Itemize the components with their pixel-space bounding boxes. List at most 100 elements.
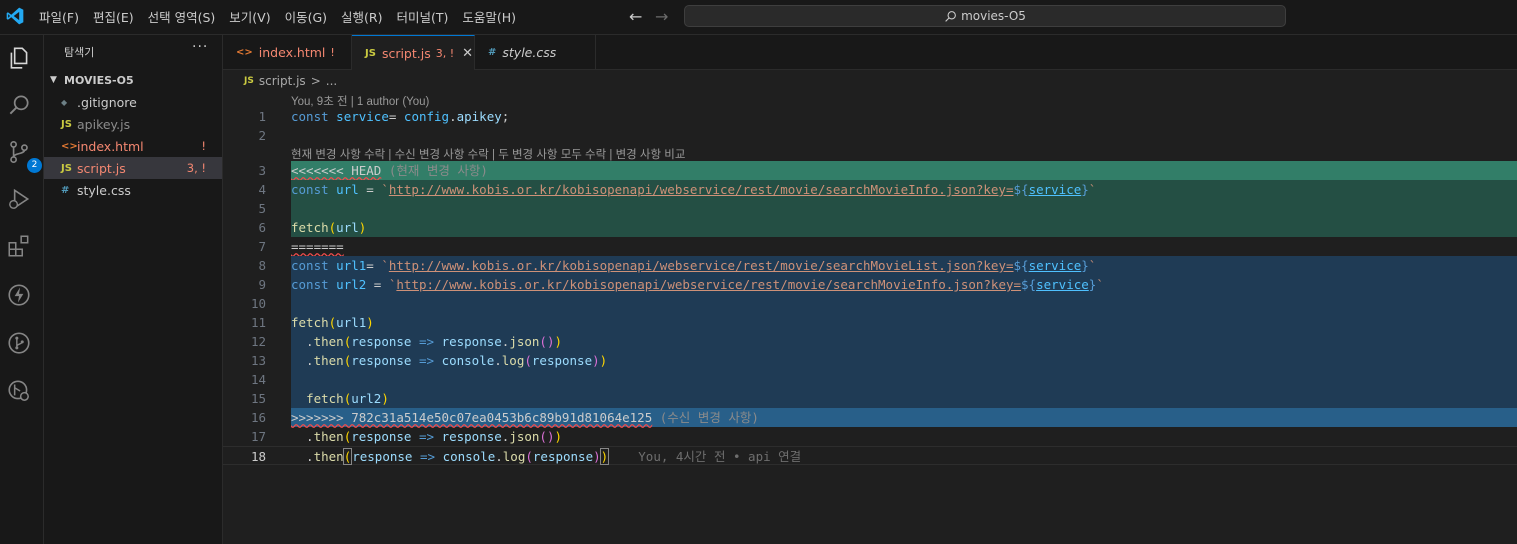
code-line: 7 ======= xyxy=(223,237,1517,256)
menu-selection[interactable]: 선택 영역(S) xyxy=(141,0,223,35)
url-text[interactable]: http://www.kobis.or.kr/kobisopenapi/webs… xyxy=(389,258,1014,273)
title-bar: 파일(F) 편집(E) 선택 영역(S) 보기(V) 이동(G) 실행(R) 터… xyxy=(0,0,1517,35)
remote-icon[interactable] xyxy=(6,378,36,408)
file-item-style[interactable]: # style.css xyxy=(44,179,222,201)
code-text: const url2 = `http://www.kobis.or.kr/kob… xyxy=(291,277,1104,292)
codelens-merge-actions[interactable]: 현재 변경 사항 수락 | 수신 변경 사항 수락 | 두 변경 사항 모두 수… xyxy=(291,146,685,162)
line-number: 11 xyxy=(250,315,266,330)
js-file-icon: JS xyxy=(61,118,72,130)
menu-edit[interactable]: 편집(E) xyxy=(86,0,141,35)
folder-name: MOVIES-O5 xyxy=(64,73,134,87)
line-number: 4 xyxy=(258,182,266,197)
file-label: .gitignore xyxy=(77,94,137,110)
tab-label: style.css xyxy=(502,45,557,60)
file-item-apikey[interactable]: JS apikey.js xyxy=(44,113,222,135)
code-text: const url = `http://www.kobis.or.kr/kobi… xyxy=(291,182,1097,197)
breadcrumb-symbol[interactable]: ... xyxy=(326,74,337,88)
tab-style-css[interactable]: # style.css xyxy=(475,35,596,70)
file-label: script.js xyxy=(77,160,126,176)
file-item-script[interactable]: JS script.js 3, ! xyxy=(44,157,222,179)
command-center-search[interactable]: movies-O5 xyxy=(684,5,1286,27)
head-label: (현재 변경 사항) xyxy=(388,163,488,178)
extensions-icon[interactable] xyxy=(6,233,36,263)
menu-go[interactable]: 이동(G) xyxy=(278,0,334,35)
back-arrow-icon[interactable]: ← xyxy=(629,8,645,26)
line-number: 1 xyxy=(258,109,266,124)
line-number: 9 xyxy=(258,277,266,292)
search-text: movies-O5 xyxy=(961,9,1026,23)
line-number: 6 xyxy=(258,220,266,235)
line-number: 10 xyxy=(250,296,266,311)
url-text[interactable]: http://www.kobis.or.kr/kobisopenapi/webs… xyxy=(389,182,1014,197)
close-icon[interactable]: ✕ xyxy=(462,46,473,61)
git-graph-icon[interactable] xyxy=(6,330,36,360)
code-line: 17 .then(response => response.json()) xyxy=(223,427,1517,446)
code-text: ======= xyxy=(291,237,344,256)
css-file-icon: # xyxy=(488,47,497,58)
code-text: .then(response => console.log(response))… xyxy=(291,448,802,465)
incoming-change-bg xyxy=(291,294,1517,313)
current-change-bg xyxy=(291,218,1517,237)
lightning-icon[interactable] xyxy=(6,282,36,312)
code-text: fetch(url) xyxy=(291,220,367,235)
html-file-icon: <> xyxy=(61,140,78,152)
tab-label: script.js xyxy=(381,45,431,61)
search-icon xyxy=(945,10,956,22)
line-number: 17 xyxy=(250,429,266,444)
explorer-icon[interactable] xyxy=(6,45,36,75)
tab-script-js[interactable]: JS script.js 3, ! ✕ xyxy=(352,35,475,70)
gitignore-file-icon: ◆ xyxy=(61,97,68,107)
file-item-gitignore[interactable]: ◆ .gitignore xyxy=(44,91,222,113)
file-label: apikey.js xyxy=(77,116,131,132)
chevron-down-icon: ▼ xyxy=(50,75,57,85)
line-number: 5 xyxy=(258,201,266,216)
code-editor[interactable]: You, 9초 전 | 1 author (You) 1 const servi… xyxy=(223,91,1517,544)
tab-index-html[interactable]: <> index.html ! xyxy=(223,35,352,70)
run-debug-icon[interactable] xyxy=(6,186,36,216)
current-code-line: 18 .then(response => console.log(respons… xyxy=(223,446,1517,465)
head-marker: <<<<<<< HEAD xyxy=(291,163,382,178)
breadcrumb-separator: > xyxy=(310,74,321,88)
explorer-sidebar: 탐색기 ··· ▼ MOVIES-O5 ◆ .gitignore JS apik… xyxy=(44,35,223,544)
line-number: 3 xyxy=(258,163,266,178)
code-line: 16 >>>>>>> 782c31a514e50c07ea0453b6c89b9… xyxy=(223,408,1517,427)
incoming-change-bg xyxy=(291,389,1517,408)
code-line: 14 xyxy=(223,370,1517,389)
tab-label: index.html xyxy=(258,45,326,60)
code-line: 12 .then(response => response.json()) xyxy=(223,332,1517,351)
code-text: const url1= `http://www.kobis.or.kr/kobi… xyxy=(291,258,1097,273)
url-text[interactable]: http://www.kobis.or.kr/kobisopenapi/webs… xyxy=(396,277,1021,292)
file-status: 3, ! xyxy=(186,161,206,175)
incoming-change-bg xyxy=(291,370,1517,389)
code-line: 11 fetch(url1) xyxy=(223,313,1517,332)
file-item-index[interactable]: <> index.html ! xyxy=(44,135,222,157)
menu-view[interactable]: 보기(V) xyxy=(222,0,277,35)
file-label: style.css xyxy=(77,182,131,198)
code-line: 10 xyxy=(223,294,1517,313)
breadcrumb-file[interactable]: script.js xyxy=(259,74,306,88)
line-number: 7 xyxy=(258,239,266,254)
code-line: 6 fetch(url) xyxy=(223,218,1517,237)
code-line: 5 xyxy=(223,199,1517,218)
search-icon[interactable] xyxy=(6,92,36,122)
code-text: fetch(url1) xyxy=(291,315,374,330)
source-control-icon[interactable]: 2 xyxy=(6,139,42,173)
line-number: 13 xyxy=(250,353,266,368)
folder-header[interactable]: ▼ MOVIES-O5 xyxy=(44,70,222,90)
code-text: <<<<<<< HEAD (현재 변경 사항) xyxy=(291,161,488,180)
js-file-icon: JS xyxy=(61,162,72,174)
code-text: const service= config.apikey; xyxy=(291,109,510,124)
html-file-icon: <> xyxy=(236,47,253,58)
incoming-marker: >>>>>>> 782c31a514e50c07ea0453b6c89b91d8… xyxy=(291,410,653,425)
forward-arrow-icon[interactable]: → xyxy=(655,8,671,26)
menu-run[interactable]: 실행(R) xyxy=(334,0,389,35)
code-text: .then(response => response.json()) xyxy=(291,334,563,349)
file-label: index.html xyxy=(77,138,144,154)
scm-badge: 2 xyxy=(27,158,42,173)
code-line: 13 .then(response => console.log(respons… xyxy=(223,351,1517,370)
menu-terminal[interactable]: 터미널(T) xyxy=(390,0,456,35)
code-line: 2 xyxy=(223,126,1517,145)
menu-help[interactable]: 도움말(H) xyxy=(455,0,523,35)
more-actions-icon[interactable]: ··· xyxy=(192,39,208,55)
menu-file[interactable]: 파일(F) xyxy=(32,0,86,35)
